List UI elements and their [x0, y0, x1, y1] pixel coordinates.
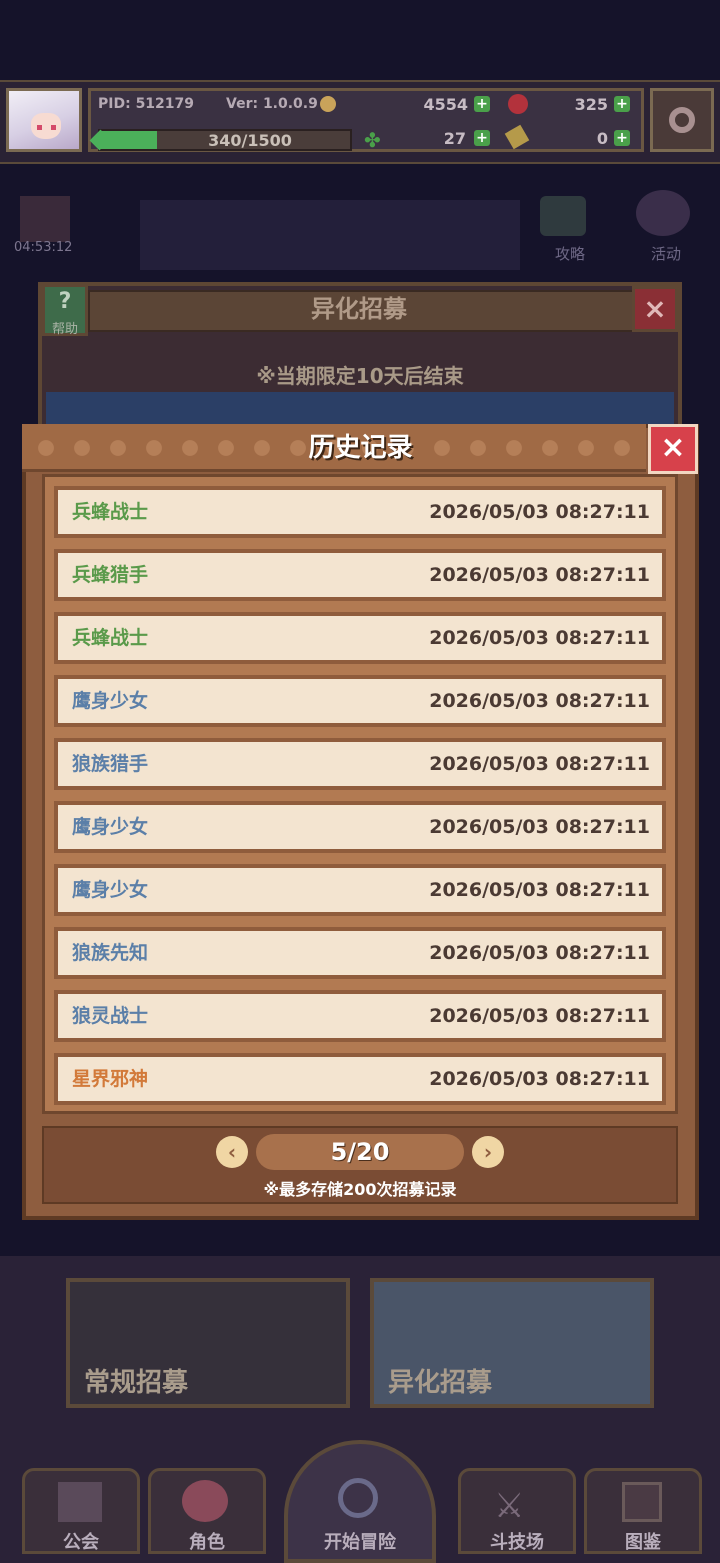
magnifier-icon	[338, 1478, 378, 1518]
recruit-banner-art	[46, 392, 674, 424]
history-row: 兵蜂战士 2026/05/03 08:27:11	[54, 612, 666, 664]
history-row: 兵蜂猎手 2026/05/03 08:27:11	[54, 549, 666, 601]
history-row: 鹰身少女 2026/05/03 08:27:11	[54, 675, 666, 727]
help-label: 帮助	[51, 322, 78, 337]
normal-recruit-label: 常规招募	[84, 1368, 189, 1398]
storage-limit-note: ※最多存储200次招募记录	[263, 1180, 457, 1199]
prev-page-button[interactable]: ‹	[216, 1136, 248, 1168]
history-close-button[interactable]: ×	[648, 424, 698, 474]
record-name: 狼灵战士	[72, 1005, 149, 1027]
record-time: 2026/05/03 08:27:11	[429, 564, 650, 586]
record-name: 鹰身少女	[72, 879, 149, 901]
record-time: 2026/05/03 08:27:11	[429, 501, 650, 523]
nav-adventure-label: 开始冒险	[324, 1532, 396, 1553]
crossed-swords-icon: ⚔	[494, 1486, 525, 1526]
add-gold-icon[interactable]: +	[474, 96, 490, 112]
record-time: 2026/05/03 08:27:11	[429, 627, 650, 649]
recruit-close-button[interactable]: ×	[632, 286, 678, 332]
nav-character-label: 角色	[189, 1532, 225, 1553]
settings-button[interactable]	[650, 88, 714, 152]
nav-codex-label: 图鉴	[625, 1532, 661, 1553]
record-name: 兵蜂战士	[72, 627, 149, 649]
record-time: 2026/05/03 08:27:11	[429, 690, 650, 712]
special-recruit-label: 异化招募	[388, 1368, 493, 1398]
add-keys-icon[interactable]: +	[614, 130, 630, 146]
record-time: 2026/05/03 08:27:11	[429, 753, 650, 775]
record-time: 2026/05/03 08:27:11	[429, 1068, 650, 1090]
background-scenery	[140, 200, 520, 270]
limited-time-notice: ※当期限定10天后结束	[256, 364, 464, 388]
player-avatar[interactable]	[6, 88, 82, 152]
gear-icon	[669, 107, 695, 133]
guide-icon[interactable]	[540, 196, 586, 236]
record-name: 狼族猎手	[72, 753, 149, 775]
event-label: 活动	[650, 245, 681, 263]
history-row: 鹰身少女 2026/05/03 08:27:11	[54, 801, 666, 853]
character-icon	[182, 1480, 228, 1522]
record-name: 鹰身少女	[72, 690, 149, 712]
history-row: 狼灵战士 2026/05/03 08:27:11	[54, 990, 666, 1042]
clover-icon: ✤	[364, 128, 381, 152]
history-row: 狼族猎手 2026/05/03 08:27:11	[54, 738, 666, 790]
record-time: 2026/05/03 08:27:11	[429, 1005, 650, 1027]
balloon-icon[interactable]	[636, 190, 690, 236]
game-version: Ver: 1.0.0.9	[226, 96, 318, 112]
next-page-button[interactable]: ›	[472, 1136, 504, 1168]
gold-amount: 4554	[423, 95, 468, 114]
event-timer: 04:53:12	[14, 240, 73, 255]
record-time: 2026/05/03 08:27:11	[429, 879, 650, 901]
page-indicator: 5/20	[330, 1138, 390, 1166]
question-icon: ?	[58, 289, 72, 314]
recruit-title: 异化招募	[311, 295, 407, 323]
clover-amount: 27	[443, 129, 466, 148]
record-name: 兵蜂猎手	[72, 564, 149, 586]
gift-box-icon[interactable]	[20, 196, 70, 242]
chevron-left-icon: ‹	[227, 1140, 237, 1164]
history-title: 历史记录	[308, 433, 413, 463]
close-icon: ×	[660, 430, 686, 465]
history-row: 狼族先知 2026/05/03 08:27:11	[54, 927, 666, 979]
record-time: 2026/05/03 08:27:11	[429, 816, 650, 838]
history-row: 星界邪神 2026/05/03 08:27:11	[54, 1053, 666, 1105]
record-name: 兵蜂战士	[72, 501, 149, 523]
exp-text: 340/1500	[208, 131, 292, 150]
red-gem-icon	[508, 94, 528, 114]
guild-icon	[58, 1482, 102, 1522]
gem-amount: 325	[574, 95, 608, 114]
gold-coin-icon	[320, 96, 336, 112]
chevron-right-icon: ›	[483, 1140, 493, 1164]
history-row: 兵蜂战士 2026/05/03 08:27:11	[54, 486, 666, 538]
history-row: 鹰身少女 2026/05/03 08:27:11	[54, 864, 666, 916]
nav-guild-label: 公会	[63, 1532, 99, 1553]
close-icon: ×	[643, 292, 667, 325]
record-name: 星界邪神	[72, 1068, 149, 1090]
add-clover-icon[interactable]: +	[474, 130, 490, 146]
book-icon	[622, 1482, 662, 1522]
record-time: 2026/05/03 08:27:11	[429, 942, 650, 964]
nav-arena-label: 斗技场	[490, 1532, 544, 1553]
key-amount: 0	[596, 129, 608, 148]
guide-label: 攻略	[554, 245, 585, 263]
record-name: 鹰身少女	[72, 816, 149, 838]
add-gems-icon[interactable]: +	[614, 96, 630, 112]
player-id: PID: 512179	[98, 96, 195, 112]
record-name: 狼族先知	[72, 942, 149, 964]
